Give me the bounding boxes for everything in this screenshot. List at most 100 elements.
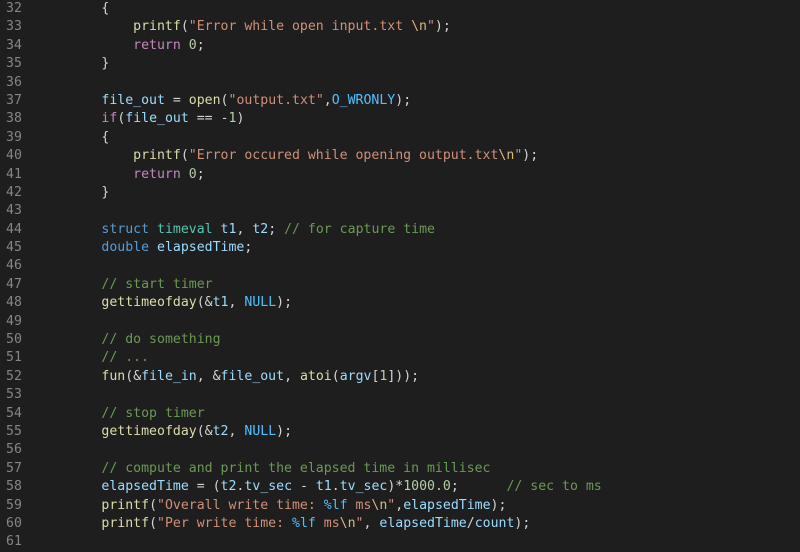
- token-op: (: [221, 93, 229, 108]
- line-number: 60: [6, 515, 22, 533]
- token-esc: \n: [340, 516, 356, 531]
- line-number: 53: [6, 386, 22, 404]
- token-op: {: [101, 1, 109, 16]
- token-cmt: // sec to ms: [506, 479, 601, 494]
- token-cmt: // stop timer: [101, 406, 204, 421]
- code-editor[interactable]: 3233343536373839404142434445464748495051…: [0, 0, 800, 552]
- indent: [38, 240, 102, 255]
- indent: [38, 1, 102, 16]
- token-op: -: [292, 479, 316, 494]
- indent: [38, 222, 102, 237]
- code-line[interactable]: printf("Error occured while opening outp…: [38, 147, 800, 165]
- token-const: NULL: [244, 424, 276, 439]
- token-op: [213, 222, 221, 237]
- indent: [38, 295, 102, 310]
- token-op: );: [522, 148, 538, 163]
- code-line[interactable]: {: [38, 129, 800, 147]
- code-line[interactable]: // ...: [38, 349, 800, 367]
- token-fn: printf: [133, 148, 181, 163]
- token-macro: return: [133, 38, 181, 53]
- token-op: (&: [197, 424, 213, 439]
- line-number: 55: [6, 423, 22, 441]
- code-line[interactable]: return 0;: [38, 37, 800, 55]
- code-line[interactable]: fun(&file_in, &file_out, atoi(argv[1]));: [38, 368, 800, 386]
- token-const: O_WRONLY: [332, 93, 396, 108]
- line-number: 48: [6, 294, 22, 312]
- code-line[interactable]: [38, 313, 800, 331]
- token-str: ms: [348, 498, 372, 513]
- token-str: "Error while open input.txt: [189, 19, 411, 34]
- token-fn: printf: [101, 498, 149, 513]
- line-number: 57: [6, 460, 22, 478]
- indent: [38, 56, 102, 71]
- code-line[interactable]: [38, 386, 800, 404]
- code-line[interactable]: return 0;: [38, 166, 800, 184]
- token-op: ;: [197, 167, 205, 182]
- token-op: ==: [189, 111, 221, 126]
- token-var: file_out: [221, 369, 285, 384]
- token-cmt: // for capture time: [284, 222, 435, 237]
- code-line[interactable]: double elapsedTime;: [38, 239, 800, 257]
- token-op: ,: [236, 222, 252, 237]
- token-op: }: [101, 185, 109, 200]
- code-area[interactable]: { printf("Error while open input.txt \n"…: [38, 0, 800, 552]
- code-line[interactable]: printf("Overall write time: %lf ms\n",el…: [38, 497, 800, 515]
- line-number: 54: [6, 405, 22, 423]
- indent: [38, 148, 133, 163]
- code-line[interactable]: elapsedTime = (t2.tv_sec - t1.tv_sec)*10…: [38, 478, 800, 496]
- code-line[interactable]: }: [38, 55, 800, 73]
- code-line[interactable]: gettimeofday(&t2, NULL);: [38, 423, 800, 441]
- line-number: 39: [6, 129, 22, 147]
- token-cmt: // ...: [101, 350, 149, 365]
- code-line[interactable]: if(file_out == -1): [38, 110, 800, 128]
- token-macro: if: [101, 111, 117, 126]
- code-line[interactable]: printf("Error while open input.txt \n");: [38, 18, 800, 36]
- line-number: 36: [6, 74, 22, 92]
- line-number: 41: [6, 166, 22, 184]
- line-number: 49: [6, 313, 22, 331]
- token-fn: printf: [101, 516, 149, 531]
- token-fn: open: [189, 93, 221, 108]
- code-line[interactable]: [38, 533, 800, 551]
- token-var: elapsedTime: [157, 240, 244, 255]
- token-op: ;: [197, 38, 205, 53]
- code-line[interactable]: [38, 441, 800, 459]
- token-op: (&: [125, 369, 141, 384]
- token-op: ]));: [387, 369, 419, 384]
- token-fn: atoi: [300, 369, 332, 384]
- line-number: 45: [6, 239, 22, 257]
- code-line[interactable]: {: [38, 0, 800, 18]
- token-op: -: [221, 111, 229, 126]
- token-op: = (: [189, 479, 221, 494]
- token-op: (: [181, 19, 189, 34]
- token-op: ,: [324, 93, 332, 108]
- code-line[interactable]: // compute and print the elapsed time in…: [38, 460, 800, 478]
- line-number: 44: [6, 221, 22, 239]
- token-op: ,: [228, 295, 244, 310]
- token-op: (: [181, 148, 189, 163]
- code-line[interactable]: // do something: [38, 331, 800, 349]
- token-op: (&: [197, 295, 213, 310]
- token-op: ,: [364, 516, 380, 531]
- code-line[interactable]: struct timeval t1, t2; // for capture ti…: [38, 221, 800, 239]
- indent: [38, 130, 102, 145]
- token-op: ,: [228, 424, 244, 439]
- code-line[interactable]: // start timer: [38, 276, 800, 294]
- token-op: );: [276, 295, 292, 310]
- token-op: );: [514, 516, 530, 531]
- token-cmt: // start timer: [101, 277, 212, 292]
- code-line[interactable]: }: [38, 184, 800, 202]
- token-str: "Overall write time:: [157, 498, 324, 513]
- token-cmt: // compute and print the elapsed time in…: [101, 461, 490, 476]
- code-line[interactable]: gettimeofday(&t1, NULL);: [38, 294, 800, 312]
- line-number: 61: [6, 533, 22, 551]
- code-line[interactable]: // stop timer: [38, 405, 800, 423]
- code-line[interactable]: [38, 202, 800, 220]
- code-line[interactable]: file_out = open("output.txt",O_WRONLY);: [38, 92, 800, 110]
- token-var: argv: [340, 369, 372, 384]
- code-line[interactable]: printf("Per write time: %lf ms\n", elaps…: [38, 515, 800, 533]
- code-line[interactable]: [38, 257, 800, 275]
- line-number: 37: [6, 92, 22, 110]
- token-var: file_out: [125, 111, 189, 126]
- code-line[interactable]: [38, 74, 800, 92]
